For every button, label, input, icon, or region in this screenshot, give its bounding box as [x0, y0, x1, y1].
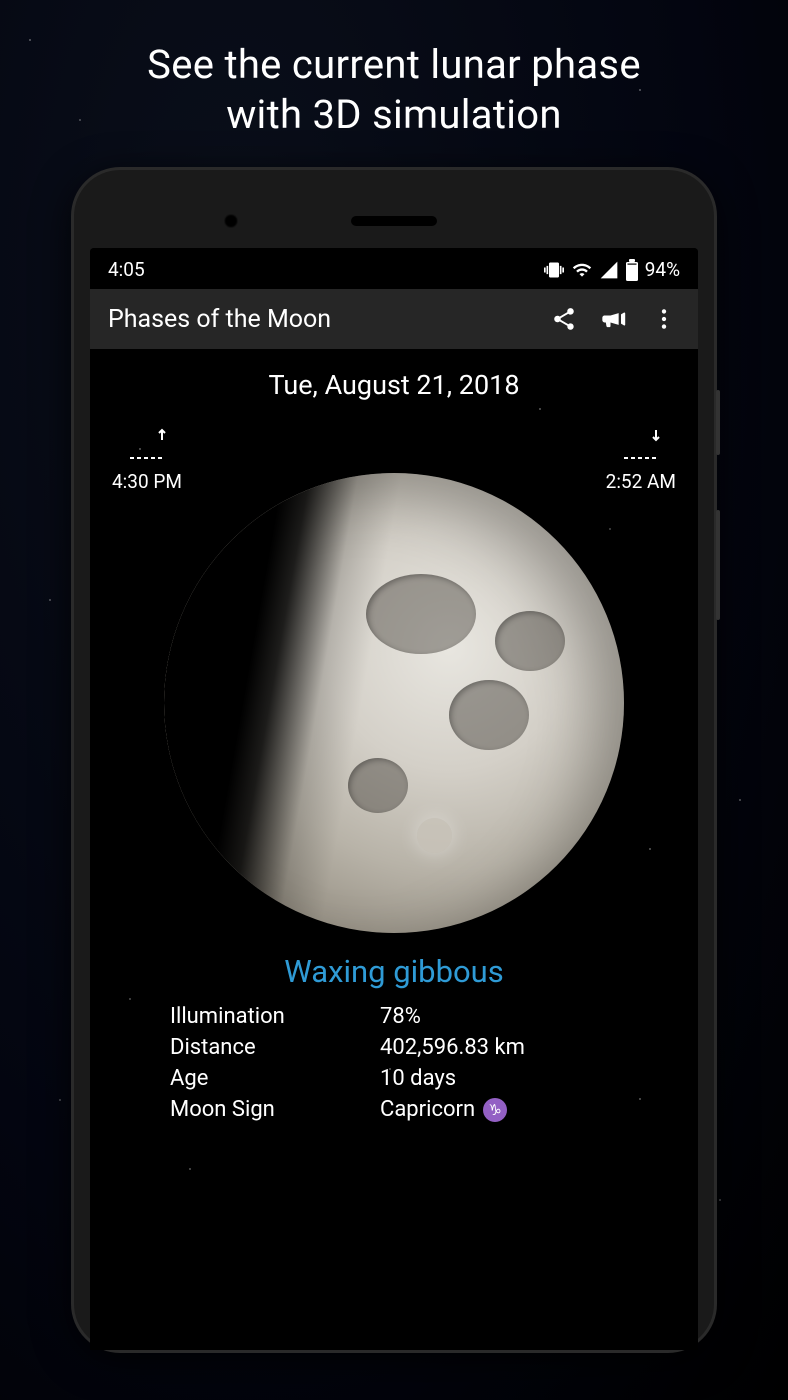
signal-icon: [599, 260, 619, 280]
main-content: Tue, August 21, 2018 4:30 PM: [90, 349, 698, 1350]
moon-terminator-shadow: [164, 473, 624, 933]
megaphone-icon: [600, 305, 628, 333]
status-right: 94%: [543, 258, 680, 281]
moon-stats: Illumination 78% Distance 402,596.83 km …: [90, 1004, 698, 1122]
promo-line-2: with 3D simulation: [226, 91, 562, 138]
age-label: Age: [170, 1066, 350, 1091]
battery-icon: [625, 259, 639, 281]
phone-frame: 4:05 94% Phases of the Moon Tue: [74, 170, 714, 1350]
announce-button[interactable]: [598, 303, 630, 335]
capricorn-icon: ♑︎: [483, 1098, 507, 1122]
more-vert-icon: [651, 306, 677, 332]
illumination-label: Illumination: [170, 1004, 350, 1029]
phone-power-button: [716, 390, 720, 455]
battery-percent: 94%: [645, 258, 680, 281]
current-date[interactable]: Tue, August 21, 2018: [90, 349, 698, 401]
promo-headline: See the current lunar phase with 3D simu…: [0, 0, 788, 170]
phone-camera: [224, 214, 238, 228]
moonrise-icon: [124, 426, 170, 464]
moon-sphere: [164, 473, 624, 933]
vibrate-icon: [543, 260, 565, 280]
moonset-icon: [618, 426, 664, 464]
status-bar: 4:05 94%: [90, 248, 698, 289]
promo-line-1: See the current lunar phase: [147, 41, 641, 88]
moon-sign-value: Capricorn ♑︎: [380, 1097, 618, 1122]
share-icon: [551, 306, 577, 332]
moon-sign-label: Moon Sign: [170, 1097, 350, 1122]
phase-name: Waxing gibbous: [90, 953, 698, 990]
phone-volume-button: [716, 510, 720, 620]
moon-display[interactable]: [164, 473, 624, 933]
distance-value: 402,596.83 km: [380, 1035, 618, 1060]
distance-label: Distance: [170, 1035, 350, 1060]
wifi-icon: [571, 260, 593, 280]
app-title: Phases of the Moon: [108, 305, 530, 334]
app-bar: Phases of the Moon: [90, 289, 698, 349]
illumination-value: 78%: [380, 1004, 618, 1029]
phone-screen: 4:05 94% Phases of the Moon Tue: [90, 248, 698, 1350]
share-button[interactable]: [548, 303, 580, 335]
status-time: 4:05: [108, 258, 145, 281]
moon-sign-text: Capricorn: [380, 1097, 475, 1122]
overflow-menu-button[interactable]: [648, 303, 680, 335]
phone-speaker: [351, 216, 437, 226]
age-value: 10 days: [380, 1066, 618, 1091]
